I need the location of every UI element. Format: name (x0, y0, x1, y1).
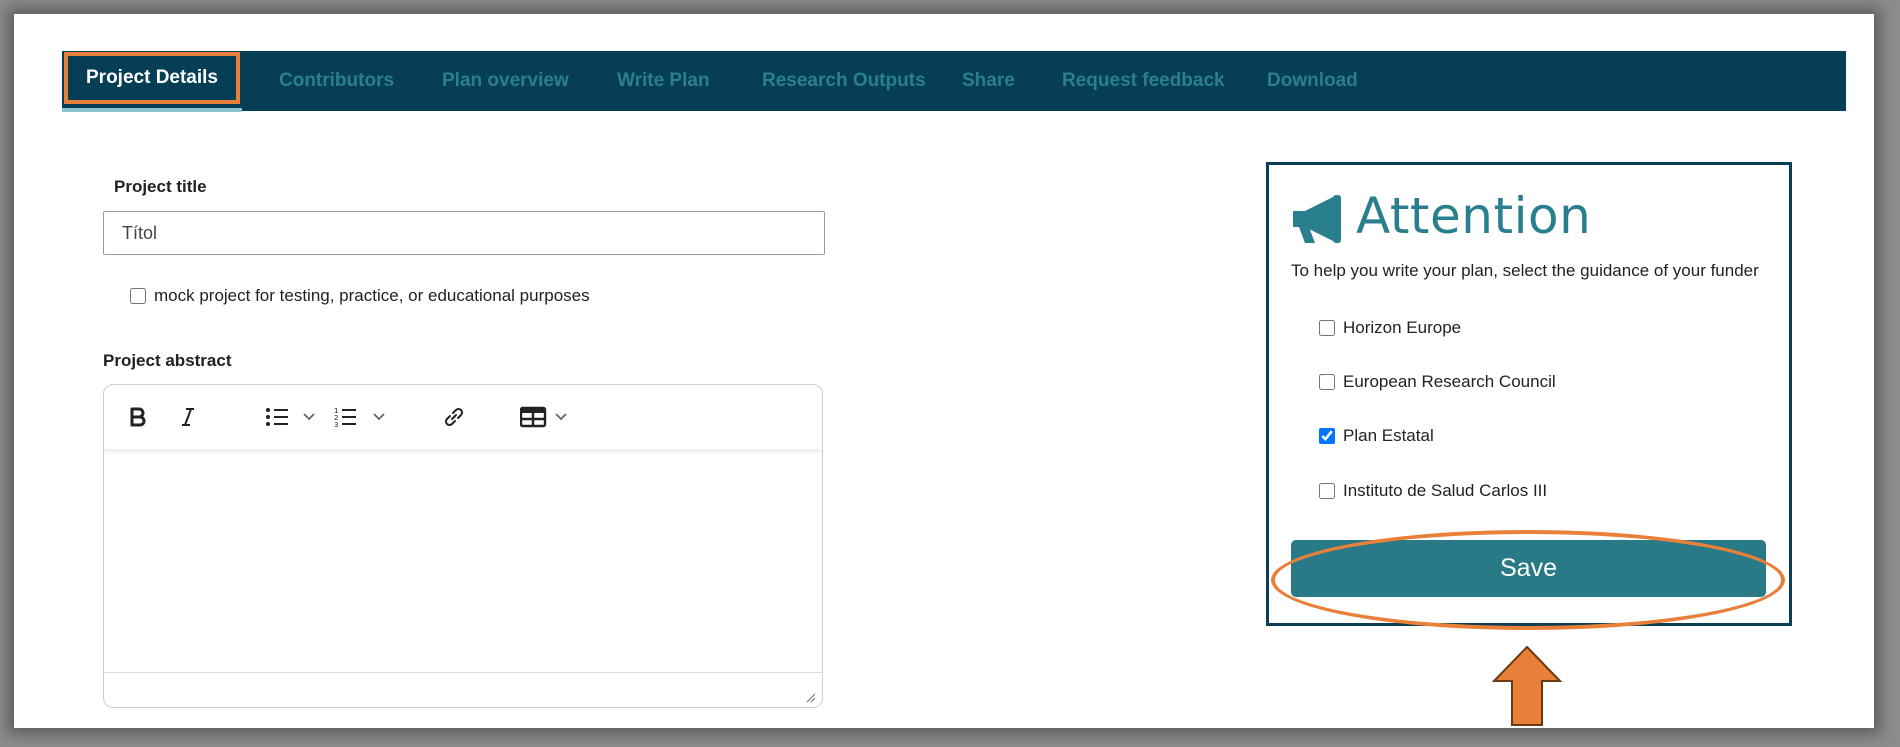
funder-option-label: European Research Council (1343, 372, 1556, 391)
link-icon[interactable] (440, 399, 468, 435)
tab-contributors[interactable]: Contributors (279, 51, 394, 111)
editor-status-bar (104, 672, 822, 707)
abstract-rich-text-editor: 123 (103, 384, 823, 708)
editor-toolbar: 123 (104, 385, 822, 449)
up-arrow-icon (1492, 645, 1562, 726)
active-tab-underline (62, 108, 242, 112)
numbered-list-icon[interactable]: 123 (334, 399, 392, 435)
tab-research-outputs[interactable]: Research Outputs (762, 51, 926, 111)
app-window: Project Details Contributors Plan overvi… (14, 14, 1874, 728)
bold-icon[interactable] (126, 399, 150, 435)
funder-guidance-panel: Attention To help you write your plan, s… (1266, 162, 1792, 626)
funder-checkbox[interactable] (1319, 320, 1335, 336)
mock-project-checkbox-row[interactable]: mock project for testing, practice, or e… (130, 286, 590, 306)
tab-write-plan[interactable]: Write Plan (617, 51, 710, 111)
funder-option-label: Plan Estatal (1343, 426, 1434, 445)
tab-download[interactable]: Download (1267, 51, 1358, 111)
funder-option-erc[interactable]: European Research Council (1319, 372, 1556, 392)
tab-project-details[interactable]: Project Details (64, 52, 240, 104)
funder-checkbox[interactable] (1319, 483, 1335, 499)
funder-option-label: Horizon Europe (1343, 318, 1462, 337)
funder-option-plan-estatal[interactable]: Plan Estatal (1319, 426, 1434, 446)
bulleted-list-icon[interactable] (264, 399, 322, 435)
plan-tabs-nav: Project Details Contributors Plan overvi… (62, 51, 1846, 112)
tab-plan-overview[interactable]: Plan overview (442, 51, 569, 111)
mock-project-label: mock project for testing, practice, or e… (154, 286, 590, 305)
mock-project-checkbox[interactable] (130, 288, 146, 304)
funder-checkbox[interactable] (1319, 374, 1335, 390)
tab-share[interactable]: Share (962, 51, 1015, 111)
tab-request-feedback[interactable]: Request feedback (1062, 51, 1225, 111)
guidance-instructions: To help you write your plan, select the … (1291, 261, 1759, 280)
attention-heading: Attention (1356, 187, 1592, 245)
table-icon[interactable] (520, 399, 574, 435)
svg-text:3: 3 (334, 421, 338, 429)
italic-icon[interactable] (176, 399, 200, 435)
funder-checkbox[interactable] (1319, 428, 1335, 444)
project-abstract-label: Project abstract (103, 351, 232, 370)
resize-handle-icon[interactable] (804, 691, 816, 703)
funder-option-isciii[interactable]: Instituto de Salud Carlos III (1319, 481, 1547, 501)
megaphone-icon (1293, 195, 1341, 243)
funder-option-label: Instituto de Salud Carlos III (1343, 481, 1548, 500)
funder-option-horizon-europe[interactable]: Horizon Europe (1319, 318, 1461, 338)
project-title-label: Project title (114, 177, 207, 196)
save-button[interactable]: Save (1291, 540, 1766, 597)
project-title-input[interactable] (103, 211, 825, 255)
